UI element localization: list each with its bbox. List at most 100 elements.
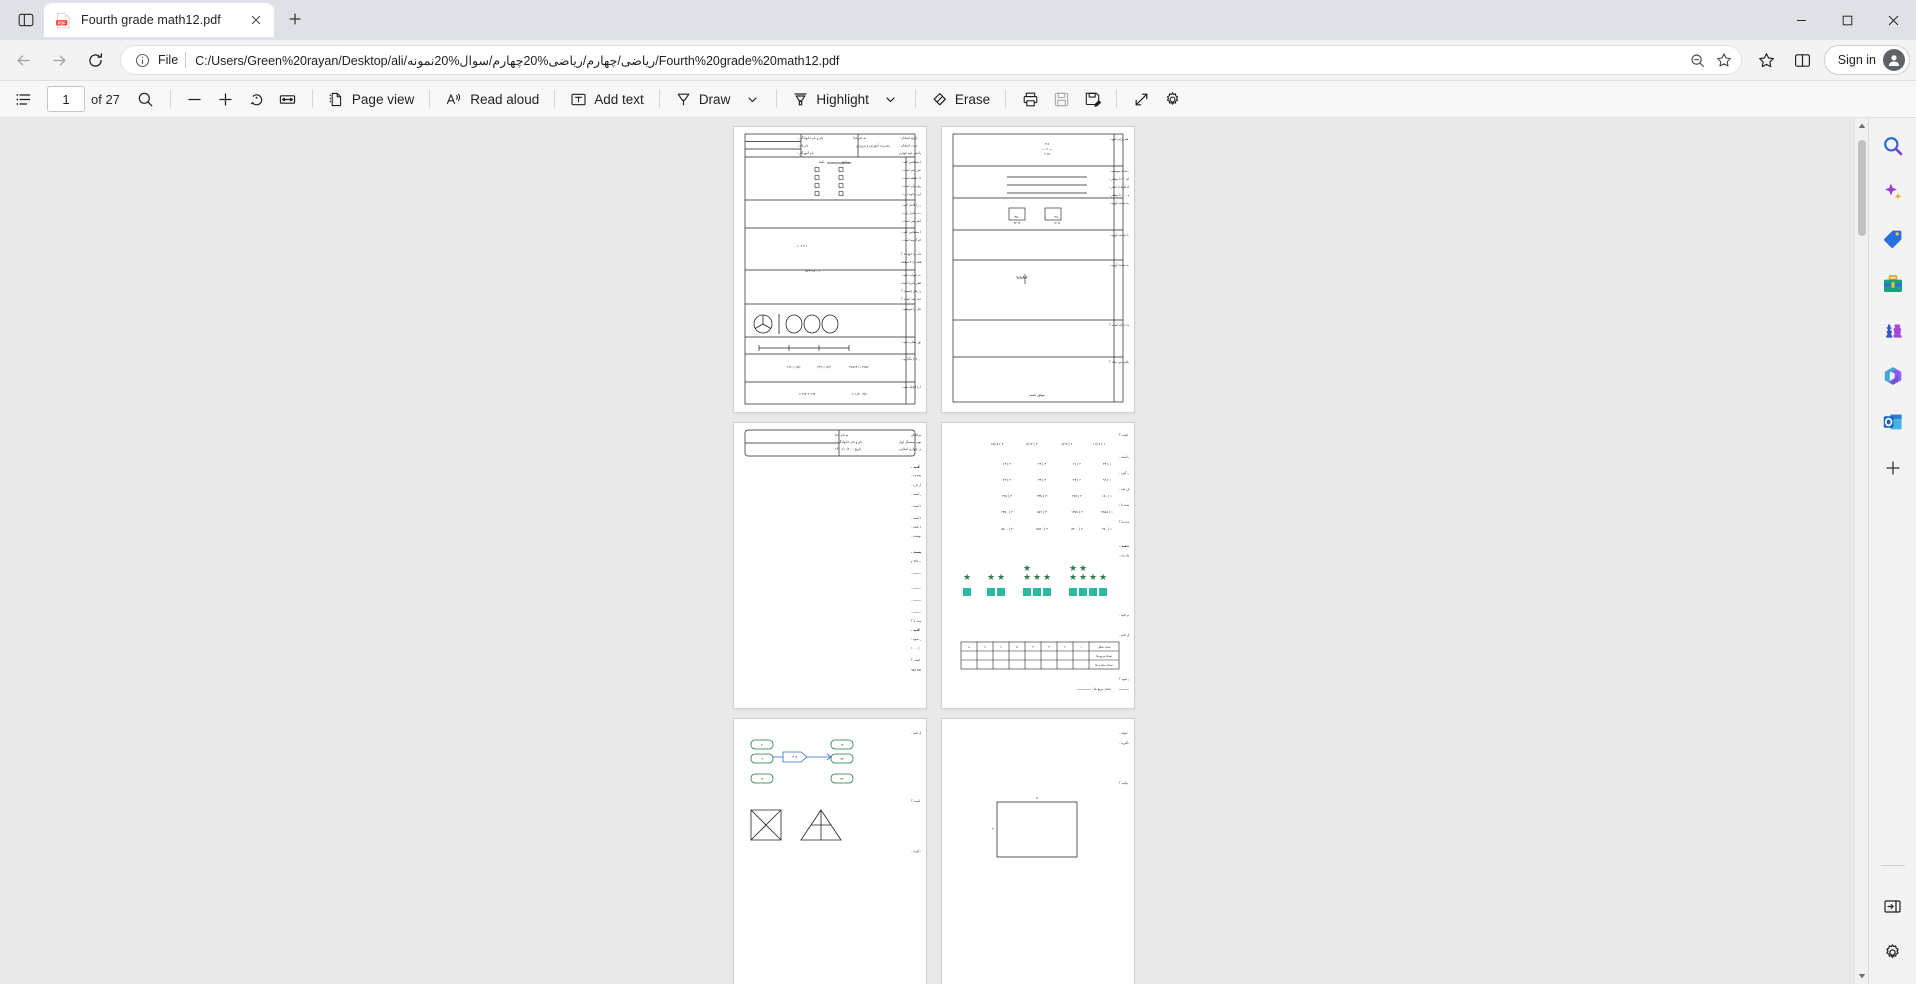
svg-text:★: ★: [1069, 572, 1077, 582]
pdf-page[interactable]: تاریخ امتحان : مدت امتحان : آزمون : ریاض…: [734, 127, 926, 412]
svg-text:۴ ) ۲۲۵: ۴ ) ۲۲۵: [1002, 494, 1012, 498]
svg-text:حاصل ضرب را به کمک شکل ( ضرب م: حاصل ضرب را به کمک شکل ( ضرب مساحتی ) به…: [1109, 201, 1129, 205]
fit-to-page-button[interactable]: [273, 84, 303, 114]
pdf-page[interactable]: ج ) کدام یک از کسر های زیر ، از ۱/۲ بیشت…: [942, 423, 1134, 708]
read-aloud-button[interactable]: Read aloud: [439, 84, 545, 114]
draw-button[interactable]: Draw: [669, 84, 737, 114]
draw-options-chevron-down-icon[interactable]: [737, 84, 767, 114]
add-text-button[interactable]: Add text: [564, 84, 650, 114]
svg-text:به نام خدا: به نام خدا: [835, 433, 849, 438]
pdf-page-content: ج ) کدام یک از کسر های زیر ، از ۱/۲ بیشت…: [942, 423, 1134, 708]
site-info-icon[interactable]: [131, 49, 153, 71]
pdf-viewer[interactable]: تاریخ امتحان : مدت امتحان : آزمون : ریاض…: [0, 118, 1868, 984]
toolbar-divider-2: [311, 90, 313, 108]
microsoft365-icon[interactable]: [1877, 360, 1909, 392]
toolbar-divider-7: [914, 90, 916, 108]
svg-text:۴: ۴: [1032, 645, 1034, 649]
svg-text:۱ ) ۲۸۵۵: ۱ ) ۲۸۵۵: [1101, 510, 1113, 514]
shopping-tag-icon[interactable]: [1877, 222, 1909, 254]
svg-text:۴ ) ۱۴: ۴ ) ۱۴: [1003, 462, 1012, 466]
print-button[interactable]: [1015, 84, 1045, 114]
pdf-page[interactable]: در جای خالی عدد مناسب قرار دهید تا کسرها…: [942, 127, 1134, 412]
svg-text:د) در شکل زیر محور تقارن وجود: د) در شکل زیر محور تقارن وجود دارد .: [901, 192, 921, 196]
url-text[interactable]: C:/Users/Green%20rayan/Desktop/ali/ریاضی…: [186, 53, 1685, 68]
back-button[interactable]: [6, 43, 40, 77]
rotate-button[interactable]: [242, 84, 272, 114]
split-screen-icon[interactable]: [1786, 43, 1820, 77]
forward-button[interactable]: [42, 43, 76, 77]
svg-text:حاصل ضرب ها را بدست آورید .: حاصل ضرب ها را بدست آورید .: [1109, 233, 1129, 237]
settings-gear-icon[interactable]: [1877, 936, 1909, 968]
svg-text:× ۲۴: × ۲۴: [1013, 221, 1020, 225]
svg-text:۲۷: ۲۷: [840, 757, 844, 761]
search-icon[interactable]: [131, 84, 161, 114]
scroll-up-arrow-icon[interactable]: [1855, 118, 1868, 134]
viewer-scrollbar[interactable]: [1854, 118, 1868, 984]
sidebar-toggle-icon[interactable]: [1877, 890, 1909, 922]
svg-text:تعداد ستاره ها : ـــــــــــــ: تعداد ستاره ها : ــــــــــــــ: [1118, 687, 1129, 691]
svg-text:۲ ) ۵۳۰۰: ۲ ) ۵۳۰۰: [1071, 527, 1083, 531]
url-bar[interactable]: File C:/Users/Green%20rayan/Desktop/ali/…: [120, 45, 1742, 75]
page-view-button[interactable]: Page view: [322, 84, 420, 114]
table-of-contents-icon[interactable]: [8, 84, 38, 114]
zoom-in-button[interactable]: [211, 84, 241, 114]
address-bar: File C:/Users/Green%20rayan/Desktop/ali/…: [0, 40, 1916, 80]
svg-text:جمع و تفریق کسرها را انجام دهی: جمع و تفریق کسرها را انجام دهید .: [901, 385, 921, 390]
sign-in-button[interactable]: Sign in: [1823, 45, 1910, 75]
svg-text:موفق باشید: موفق باشید: [1029, 393, 1045, 397]
tools-icon[interactable]: [1877, 268, 1909, 300]
svg-text:الف ) کوچکترین عدد پنج رقمی بد: الف ) کوچکترین عدد پنج رقمی بدون تکرار ا…: [911, 474, 921, 479]
scroll-down-arrow-icon[interactable]: [1855, 968, 1868, 984]
page-number-input[interactable]: 1: [47, 86, 85, 112]
zoom-out-button[interactable]: [180, 84, 210, 114]
svg-text:۵ ۳: ۵ ۳: [1045, 142, 1050, 146]
erase-button[interactable]: Erase: [925, 84, 996, 114]
add-icon[interactable]: [1877, 452, 1909, 484]
svg-text:حاصل تقسیم را به دست آورید .: حاصل تقسیم را به دست آورید .: [1109, 263, 1129, 267]
pdf-page[interactable]: ۱۱ ) مهدی در هر روز ۴ صفحه قرآن می خواند…: [942, 719, 1134, 984]
highlight-options-chevron-down-icon[interactable]: [876, 84, 906, 114]
window-maximize-button[interactable]: [1824, 0, 1870, 40]
pdf-page-row-3: ۱۵ ) جاهای خالی را در ماشین زیر کامل کنی…: [734, 719, 1134, 984]
save-button[interactable]: [1046, 84, 1076, 114]
svg-text:۳۲۵۶ ⬡ ۳۲۵۶۴: ۳۲۵۶ ⬡ ۳۲۵۶۴: [849, 365, 869, 369]
save-as-button[interactable]: [1077, 84, 1107, 114]
svg-text:تعداد شکل: تعداد شکل: [1098, 645, 1111, 649]
pdf-page[interactable]: ۱۵ ) جاهای خالی را در ماشین زیر کامل کنی…: [734, 719, 926, 984]
svg-text:۵/۶ ⬡ ۲/۶: ۵/۶ ⬡ ۲/۶: [787, 365, 801, 369]
svg-text:★: ★: [1079, 563, 1087, 573]
profile-avatar-icon[interactable]: [1883, 49, 1905, 71]
settings-gear-icon[interactable]: [1157, 84, 1187, 114]
star-favorite-icon[interactable]: [1711, 47, 1737, 73]
fullscreen-button[interactable]: [1126, 84, 1156, 114]
tab-close-icon[interactable]: [246, 10, 266, 30]
pdf-page[interactable]: مدرسه غیر دولتی سرکلیان آزمون نیمسال اول…: [734, 423, 926, 708]
new-tab-button[interactable]: [280, 4, 310, 34]
games-icon[interactable]: [1877, 314, 1909, 346]
tab-strip: PDF Fourth grade math12.pdf: [0, 0, 1916, 40]
toolbar-divider-4: [554, 90, 556, 108]
copilot-icon[interactable]: [1877, 176, 1909, 208]
scrollbar-thumb[interactable]: [1858, 140, 1866, 236]
window-minimize-button[interactable]: [1778, 0, 1824, 40]
svg-text:جواب صحیح را مشخص کنید .: جواب صحیح را مشخص کنید .: [901, 230, 921, 234]
svg-text:۵: ۵: [1036, 796, 1038, 800]
window-close-button[interactable]: [1870, 0, 1916, 40]
svg-text:ریاضی چهارم ابتدایی: ریاضی چهارم ابتدایی: [899, 447, 921, 452]
svg-text:د ) کسری که مساوی ۳/۴ که صورت: د ) کسری که مساوی ۳/۴ که صورت آن ۲۸ است …: [1119, 455, 1129, 460]
svg-text:الف ) اگر در عدد ۳۳۵٬۲۵۶ عدد ۴: الف ) اگر در عدد ۳۳۵٬۲۵۶ عدد ۴ به ۵ تبدی…: [911, 637, 921, 641]
search-icon[interactable]: [1877, 130, 1909, 162]
browser-tab[interactable]: PDF Fourth grade math12.pdf: [44, 3, 274, 37]
toolbar-divider-5: [658, 90, 660, 108]
tab-search-icon[interactable]: [8, 4, 44, 36]
zoom-out-icon[interactable]: [1685, 47, 1711, 73]
svg-text:۲ ) ۲۲۵: ۲ ) ۲۲۵: [1072, 494, 1082, 498]
collections-icon[interactable]: [1750, 43, 1784, 77]
highlight-button[interactable]: Highlight: [786, 84, 875, 114]
svg-text:۸/۹ ⬡ ۴/۹: ۸/۹ ⬡ ۴/۹: [817, 365, 831, 369]
refresh-button[interactable]: [78, 43, 112, 77]
svg-text:( راه حل ) ۳۰ روز در نظر بگیری: ( راه حل ) ۳۰ روز در نظر بگیرید .: [1119, 741, 1129, 745]
svg-text:۲: ۲: [1064, 645, 1066, 649]
svg-text:۷: ۷: [984, 645, 986, 649]
outlook-icon[interactable]: [1877, 406, 1909, 438]
